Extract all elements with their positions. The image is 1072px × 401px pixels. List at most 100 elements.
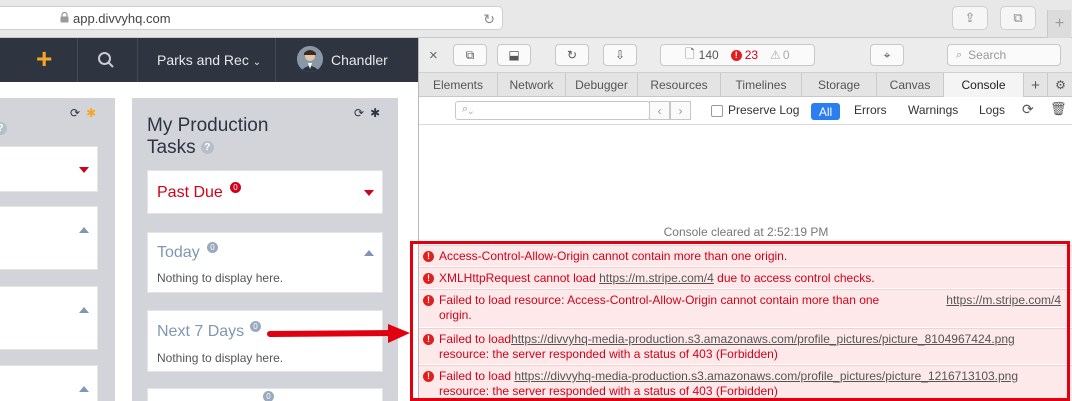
clear-log-icon[interactable]: ⟳	[1022, 101, 1034, 118]
reload-icon[interactable]: ↻	[483, 11, 495, 28]
help-icon[interactable]: ?	[0, 122, 7, 135]
preserve-log-checkbox[interactable]	[711, 105, 723, 117]
org-switcher[interactable]: Parks and Rec ⌄	[157, 52, 261, 68]
error-text: due to access control checks.	[713, 271, 875, 285]
caret-down-icon	[79, 167, 89, 173]
org-name: Parks and Rec	[157, 52, 249, 68]
dock-button[interactable]: ⧉	[453, 44, 487, 66]
today-section[interactable]: Today 0 Nothing to display here.	[147, 232, 383, 293]
column-actions: ⟳ ✱	[70, 106, 96, 120]
error-icon: !	[730, 49, 742, 61]
console-filter-input[interactable]: ⌕⌄	[455, 101, 650, 120]
resource-count: 140	[698, 48, 719, 62]
console-error-row[interactable]: ! Failed to loadhttps://divvyhq-media-pr…	[419, 328, 1072, 364]
tab-storage[interactable]: Storage	[802, 73, 877, 97]
column-title-line: My Production	[147, 115, 269, 136]
new-tab-button[interactable]: +	[1047, 10, 1071, 38]
tab-resources[interactable]: Resources	[638, 73, 721, 97]
error-count: 23	[744, 48, 759, 62]
count-badge: 0	[263, 391, 274, 401]
error-link[interactable]: https://m.stripe.com/4	[599, 271, 714, 285]
share-button[interactable]: ⇪	[952, 6, 988, 30]
tabs-overview-button[interactable]: ⧉	[1000, 6, 1036, 30]
download-icon: ⇩	[614, 48, 626, 62]
section-title: Past Due	[157, 184, 223, 201]
split-icon: ⬓	[508, 48, 520, 62]
address-bar[interactable]: app.divvyhq.com ↻	[0, 6, 503, 30]
console-cleared-message: Console cleared at 2:52:19 PM	[663, 225, 829, 239]
caret-up-icon	[79, 307, 89, 313]
error-link[interactable]: https://divvyhq-media-production.s3.amaz…	[514, 369, 1018, 383]
search-icon[interactable]	[97, 51, 115, 69]
production-tasks-column: ⟳ ✱ My Production Tasks ? Past Due 0 Tod…	[132, 98, 398, 401]
tab-console[interactable]: Console	[944, 73, 1024, 97]
task-card[interactable]	[0, 146, 98, 192]
warning-count: 0	[782, 48, 790, 62]
error-link[interactable]: https://divvyhq-media-production.s3.amaz…	[511, 332, 1015, 346]
tab-network[interactable]: Network	[498, 73, 566, 97]
tab-elements[interactable]: Elements	[419, 73, 498, 97]
caret-up-icon	[79, 227, 89, 233]
chevron-right-icon: ›	[678, 103, 683, 118]
add-content-button[interactable]: +	[36, 43, 53, 74]
tab-debugger[interactable]: Debugger	[566, 73, 638, 97]
user-name[interactable]: Chandler	[331, 52, 388, 68]
refresh-icon[interactable]: ⟳	[70, 106, 80, 120]
previous-match-button[interactable]: ‹	[649, 101, 670, 120]
error-message: XMLHttpRequest cannot load https://m.str…	[439, 271, 875, 286]
trash-icon[interactable]: 🗑	[1050, 101, 1067, 117]
crosshair-icon: ⌖	[883, 47, 891, 62]
error-text: XMLHttpRequest cannot load	[439, 271, 600, 285]
column-title: My Production Tasks ?	[147, 115, 268, 159]
devtools-tabs: Elements Network Debugger Resources Time…	[419, 73, 1072, 97]
console-error-row[interactable]: ! Access-Control-Allow-Origin cannot con…	[419, 245, 1072, 266]
filter-errors-button[interactable]: Errors	[854, 103, 887, 117]
console-error-row[interactable]: ! XMLHttpRequest cannot load https://m.s…	[419, 267, 1072, 288]
search-icon: ⌕⌄	[462, 103, 474, 115]
resource-summary[interactable]: 🗋 140 ! 23 ⚠ 0	[660, 44, 815, 66]
nav-divider	[137, 38, 138, 82]
avatar[interactable]	[297, 46, 323, 72]
split-button[interactable]: ⬓	[497, 44, 531, 66]
close-icon[interactable]: ×	[429, 47, 438, 64]
url-text: app.divvyhq.com	[73, 11, 171, 26]
add-tab-button[interactable]: +	[1024, 73, 1048, 97]
tab-timelines[interactable]: Timelines	[721, 73, 802, 97]
document-icon: 🗋	[685, 46, 695, 61]
task-card[interactable]	[0, 365, 98, 401]
plus-icon: +	[36, 43, 53, 74]
filter-warnings-button[interactable]: Warnings	[908, 103, 958, 117]
error-text: origin.	[439, 308, 472, 322]
gear-icon[interactable]: ✱	[370, 106, 380, 120]
share-icon: ⇪	[964, 10, 976, 25]
next-match-button[interactable]: ›	[670, 101, 691, 120]
task-card[interactable]	[0, 206, 98, 270]
filter-all-button[interactable]: All	[811, 103, 840, 120]
tab-canvas[interactable]: Canvas	[877, 73, 944, 97]
help-icon[interactable]: ?	[200, 141, 214, 155]
search-icon: ⌕	[956, 48, 963, 61]
plus-icon: +	[1054, 15, 1065, 32]
error-source-link[interactable]: https://m.stripe.com/4	[946, 293, 1061, 307]
warning-icon: ⚠	[770, 48, 781, 62]
filter-logs-button[interactable]: Logs	[979, 103, 1005, 117]
reload-button[interactable]: ↻	[555, 44, 589, 66]
download-button[interactable]: ⇩	[603, 44, 637, 66]
inspect-button[interactable]: ⌖	[870, 44, 904, 66]
console-error-row[interactable]: ! Failed to load https://divvyhq-media-p…	[419, 365, 1072, 401]
caret-up-icon	[79, 386, 89, 392]
gear-icon[interactable]: ✱	[86, 106, 96, 120]
console-output: ! Access-Control-Allow-Origin cannot con…	[419, 242, 1072, 401]
column-actions: ⟳ ✱	[354, 106, 380, 120]
devtools-search[interactable]: ⌕ Search	[947, 44, 1061, 66]
task-card[interactable]	[0, 286, 98, 350]
left-column: ⟳ ✱ ?	[0, 98, 115, 401]
task-section[interactable]: 0	[147, 388, 383, 401]
error-text: resource: the server responded with a st…	[439, 347, 778, 361]
console-error-row[interactable]: ! Failed to load resource: Access-Contro…	[419, 289, 1072, 327]
settings-button[interactable]: ⚙	[1048, 73, 1072, 97]
refresh-icon[interactable]: ⟳	[354, 106, 364, 120]
past-due-section[interactable]: Past Due 0	[147, 170, 383, 214]
error-text: Failed to load	[439, 369, 515, 383]
error-message: Failed to load resource: Access-Control-…	[439, 293, 879, 323]
